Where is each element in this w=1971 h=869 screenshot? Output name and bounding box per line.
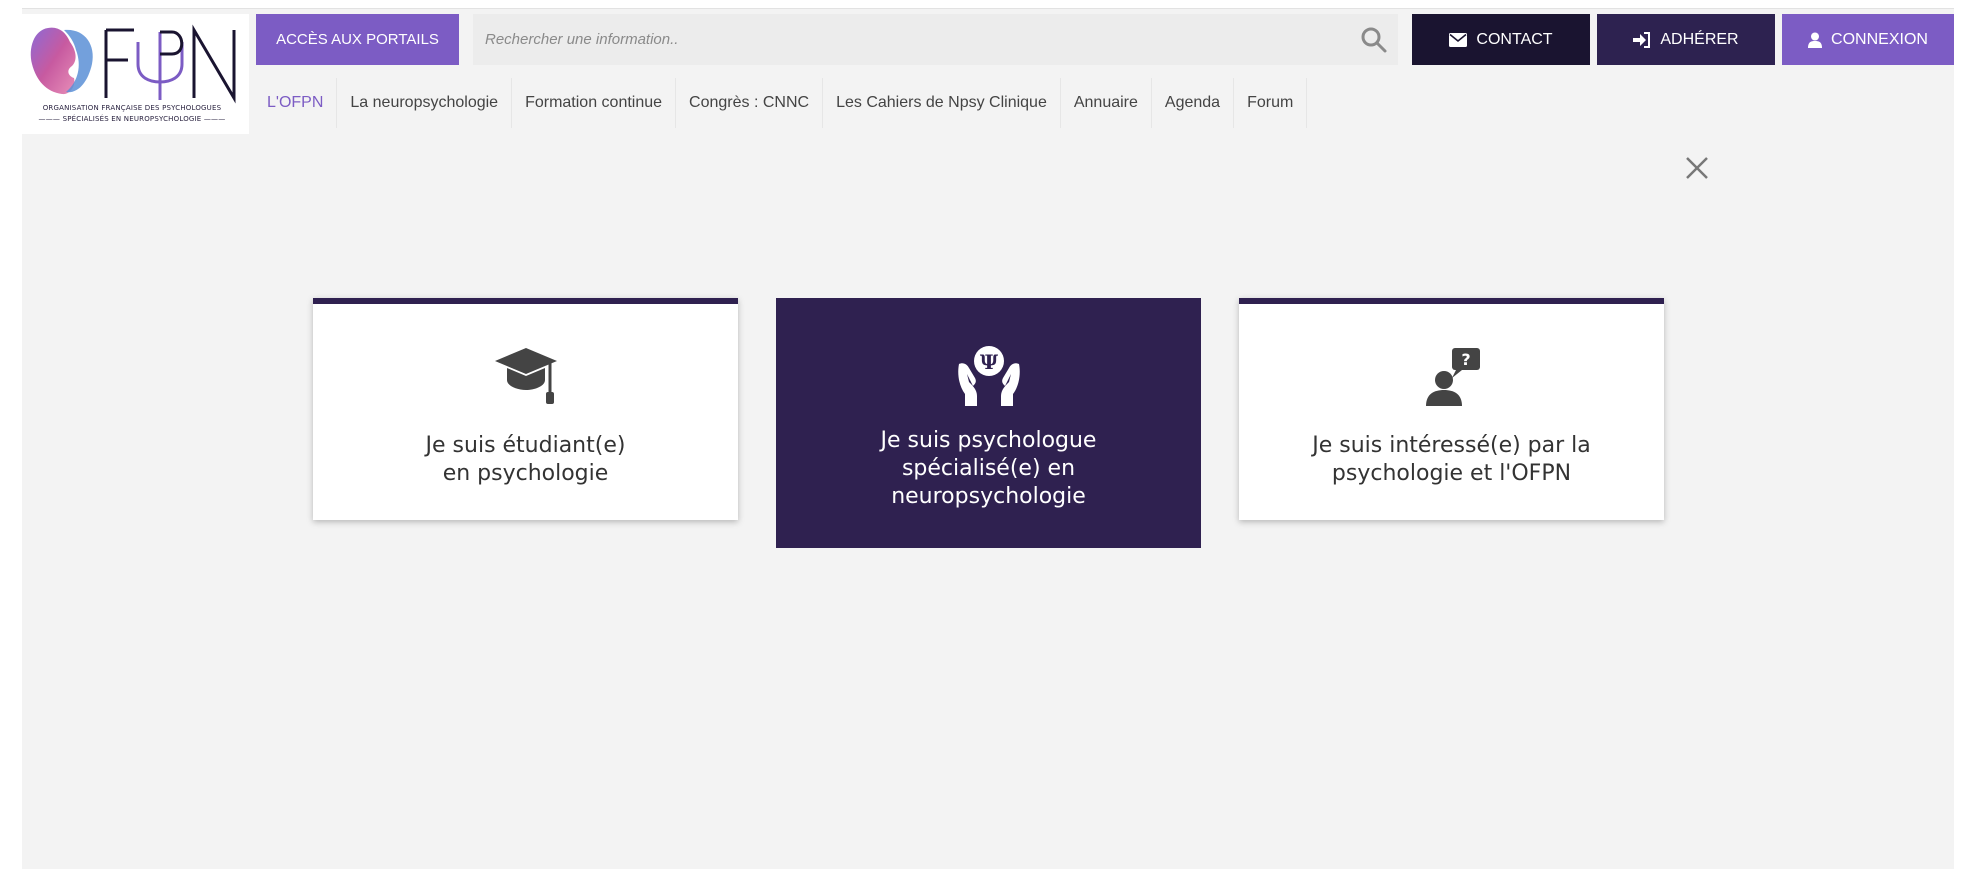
- nav-item-ofpn[interactable]: L'OFPN: [254, 78, 338, 128]
- nav-item-annuaire[interactable]: Annuaire: [1060, 78, 1152, 128]
- card-psychologist-line2: spécialisé(e) en: [901, 456, 1076, 481]
- search-bar: [473, 14, 1398, 65]
- card-psychologist-line3: neuropsychologie: [891, 484, 1086, 509]
- card-interested[interactable]: ? Je suis intéressé(e) par la psychologi…: [1239, 298, 1664, 520]
- search-icon: [1361, 27, 1387, 53]
- nav-item-neuropsychologie[interactable]: La neuropsychologie: [337, 78, 513, 128]
- card-interested-line2: psychologie et l'OFPN: [1331, 461, 1572, 486]
- contact-button[interactable]: CONTACT: [1412, 14, 1590, 65]
- card-psychologist-line1: Je suis psychologue: [880, 428, 1097, 453]
- svg-text:?: ?: [1461, 350, 1470, 369]
- search-button[interactable]: [1360, 26, 1388, 54]
- nav-item-cahiers-npsy[interactable]: Les Cahiers de Npsy Clinique: [823, 78, 1061, 128]
- nav-item-agenda[interactable]: Agenda: [1151, 78, 1235, 128]
- contact-label: CONTACT: [1476, 30, 1553, 48]
- logo-tagline-line1: ORGANISATION FRANÇAISE DES PSYCHOLOGUES: [42, 104, 222, 112]
- card-student-line2: en psychologie: [442, 461, 609, 486]
- nav-item-forum[interactable]: Forum: [1234, 78, 1308, 128]
- card-psychologist[interactable]: Ψ Je suis psychologue spécialisé(e) en n…: [776, 298, 1201, 548]
- card-psychologist-icon-wrap: Ψ: [776, 342, 1201, 406]
- portals-access-button[interactable]: ACCÈS AUX PORTAILS: [256, 14, 459, 65]
- card-psychologist-label: Je suis psychologue spécialisé(e) en neu…: [806, 427, 1171, 511]
- nav-item-congres-cnnc[interactable]: Congrès : CNNC: [676, 78, 824, 128]
- ofpn-logo[interactable]: ORGANISATION FRANÇAISE DES PSYCHOLOGUES …: [22, 14, 249, 134]
- user-question-icon: ?: [1425, 348, 1480, 406]
- sign-in-icon: [1633, 31, 1651, 48]
- nav-item-formation-continue[interactable]: Formation continue: [512, 78, 677, 128]
- svg-text:Ψ: Ψ: [979, 350, 998, 374]
- ofpn-logo-mark: [30, 24, 236, 104]
- main-nav: L'OFPN La neuropsychologie Formation con…: [254, 78, 1308, 128]
- logo-tagline-line2: ——— SPÉCIALISÉS EN NEUROPSYCHOLOGIE ———: [38, 115, 226, 123]
- close-modal-button[interactable]: [1681, 152, 1713, 184]
- card-interested-icon-wrap: ?: [1239, 344, 1664, 408]
- adherer-label: ADHÉRER: [1660, 30, 1739, 48]
- user-icon: [1808, 32, 1823, 48]
- envelope-icon: [1449, 32, 1468, 47]
- adherer-button[interactable]: ADHÉRER: [1597, 14, 1775, 65]
- hands-psi-icon: Ψ: [957, 346, 1020, 406]
- card-interested-label: Je suis intéressé(e) par la psychologie …: [1269, 432, 1634, 488]
- card-student-icon-wrap: [313, 344, 738, 408]
- card-student-line1: Je suis étudiant(e): [425, 433, 626, 458]
- card-student-label: Je suis étudiant(e) en psychologie: [343, 432, 708, 488]
- connexion-button[interactable]: CONNEXION: [1782, 14, 1954, 65]
- graduation-cap-icon: [494, 348, 557, 404]
- card-interested-line1: Je suis intéressé(e) par la: [1312, 433, 1591, 458]
- card-student[interactable]: Je suis étudiant(e) en psychologie: [313, 298, 738, 520]
- logo-tagline-line2-text: SPÉCIALISÉS EN NEUROPSYCHOLOGIE: [62, 115, 202, 123]
- close-icon: [1686, 157, 1708, 179]
- connexion-label: CONNEXION: [1831, 30, 1928, 48]
- search-input[interactable]: [473, 14, 1333, 65]
